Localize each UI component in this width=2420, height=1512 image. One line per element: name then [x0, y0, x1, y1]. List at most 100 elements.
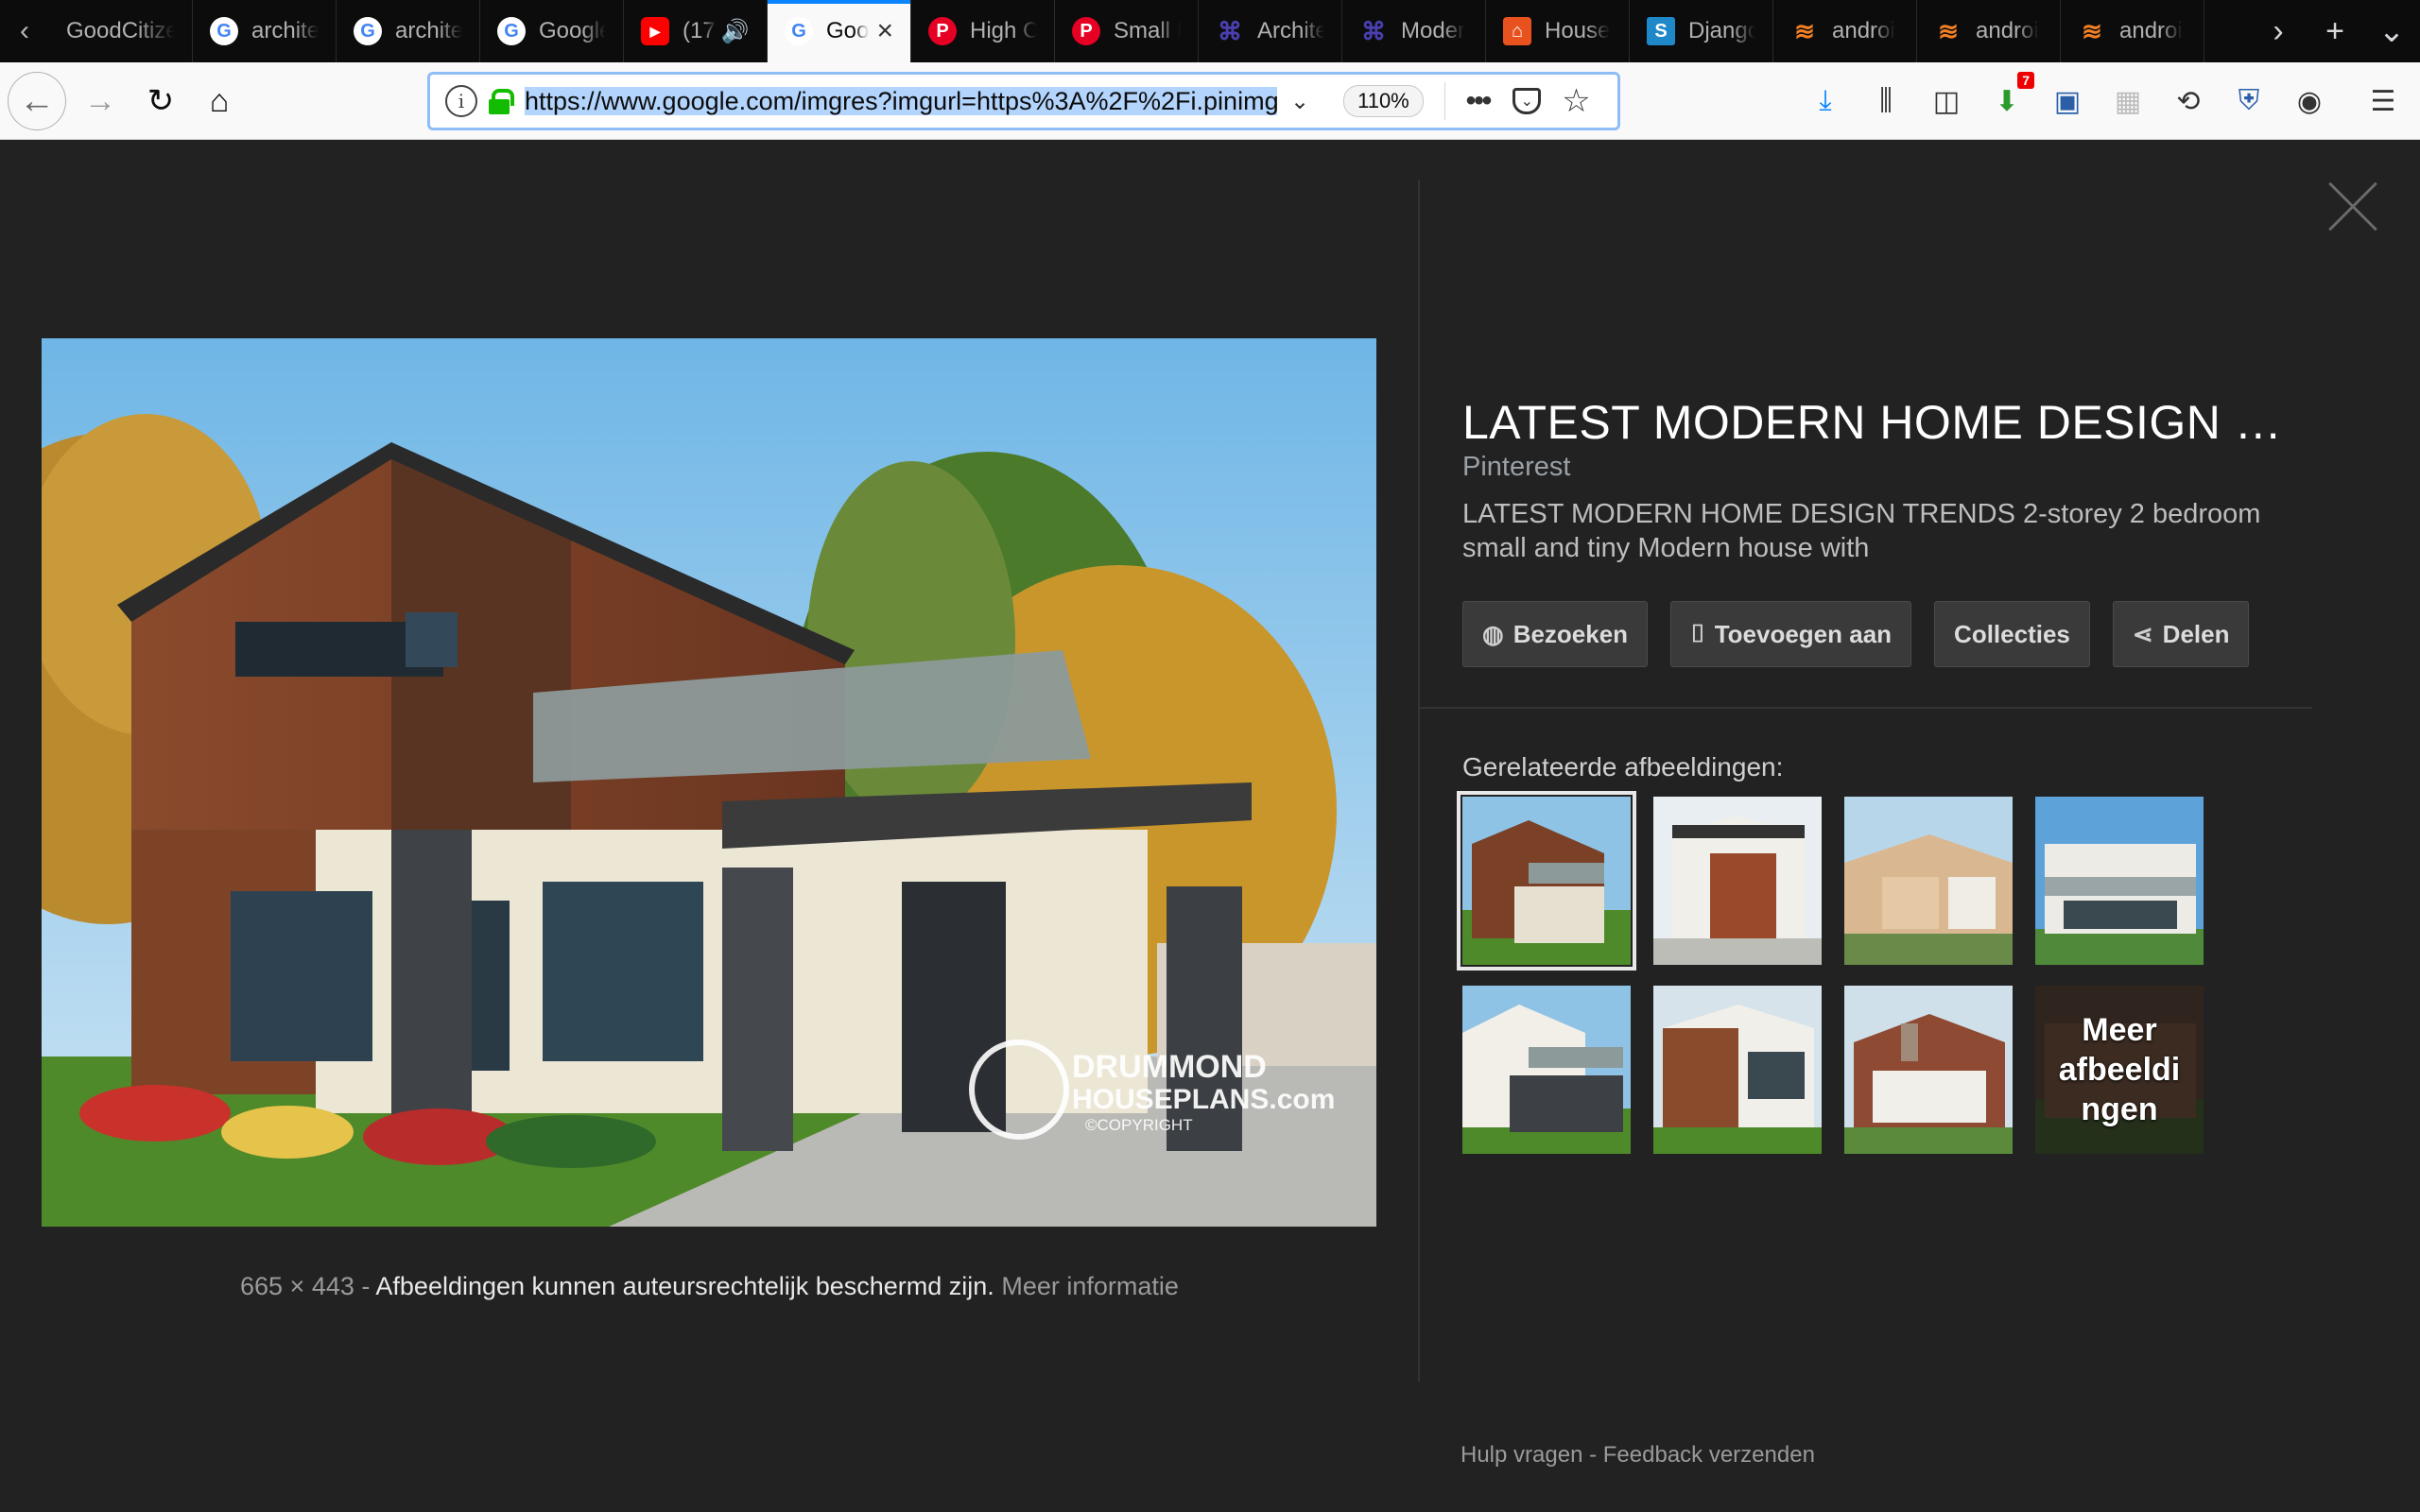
extension-grid-icon[interactable]: ▦ — [2108, 81, 2148, 121]
more-images-label: Meer afbeeldi ngen — [2058, 1012, 2181, 1127]
library-icon[interactable]: ⫼ — [1866, 81, 1906, 121]
speaker-icon[interactable]: 🔊 — [721, 18, 750, 45]
tab-google-architecture-1[interactable]: G architec — [193, 0, 337, 62]
tab-pinterest-1[interactable]: P High C — [911, 0, 1055, 62]
tab-architecture[interactable]: ⌘ Archite — [1199, 0, 1342, 62]
action-buttons: ◍ Bezoeken ⌷ Toevoegen aan Collecties ⋖ … — [1462, 601, 2250, 667]
house-image: DRUMMOND HOUSEPLANS.com ©COPYRIGHT — [42, 338, 1376, 1227]
main-image-preview[interactable]: DRUMMOND HOUSEPLANS.com ©COPYRIGHT — [42, 338, 1376, 1227]
tab-scroll-right-icon[interactable]: › — [2250, 0, 2307, 62]
related-image-thumbnail[interactable] — [2035, 797, 2204, 965]
url-bar[interactable]: i https://www.google.com/imgres?imgurl=h… — [427, 72, 1620, 130]
download-arrow-icon[interactable]: ⤓ — [1806, 81, 1845, 121]
tab-modern[interactable]: ⌘ Moder — [1342, 0, 1486, 62]
google-icon: G — [210, 17, 238, 45]
google-icon: G — [785, 17, 813, 45]
related-image-thumbnail[interactable] — [1844, 986, 2013, 1154]
feedback-link[interactable]: Feedback verzenden — [1603, 1442, 1815, 1468]
separator: - — [1589, 1442, 1598, 1468]
image-viewer: DRUMMOND HOUSEPLANS.com ©COPYRIGHT 665 ×… — [0, 140, 2420, 1512]
tab-label: Google — [539, 18, 606, 43]
extension-download-icon[interactable]: ⬇ 7 — [1987, 72, 2034, 121]
more-images-button[interactable]: Meer afbeeldi ngen — [2035, 986, 2204, 1154]
tab-google-images-active[interactable]: G Goo × — [768, 0, 911, 62]
stackoverflow-icon: ≋ — [1938, 16, 1959, 45]
related-image-thumbnail[interactable] — [1653, 986, 1822, 1154]
extension-toolbox-icon[interactable]: ▣ — [2048, 81, 2087, 121]
share-button[interactable]: ⋖ Delen — [2112, 601, 2250, 667]
related-image-thumbnail[interactable] — [1844, 797, 2013, 965]
related-image-thumbnail[interactable] — [1457, 791, 1636, 971]
django-icon: S — [1647, 17, 1675, 45]
close-tab-icon[interactable]: × — [876, 15, 893, 47]
tab-label: Goo — [826, 18, 870, 43]
footer-links: Hulp vragen - Feedback verzenden — [1461, 1442, 1815, 1469]
help-link[interactable]: Hulp vragen — [1461, 1442, 1582, 1468]
lock-icon[interactable] — [489, 89, 514, 114]
tab-goodcitizen[interactable]: GoodCitizen — [49, 0, 193, 62]
bookmark-star-icon[interactable]: ☆ — [1562, 82, 1590, 120]
shield-icon[interactable]: ⛨ — [2229, 81, 2269, 121]
tab-label: (17 — [683, 18, 716, 43]
navigation-toolbar: ← → ↻ ⌂ i https://www.google.com/imgres?… — [0, 62, 2420, 140]
chevron-down-icon[interactable]: ⌄ — [1290, 88, 1309, 115]
tab-google[interactable]: G Google — [480, 0, 624, 62]
tab-label: Archite — [1257, 18, 1324, 43]
tab-stackoverflow-1[interactable]: ≋ androi — [1773, 0, 1917, 62]
sidebar-icon[interactable]: ◫ — [1927, 81, 1966, 121]
related-image-thumbnail[interactable] — [1462, 986, 1631, 1154]
tab-strip: ‹ GoodCitizen G architec G architec G Go… — [0, 0, 2420, 62]
tab-stackoverflow-2[interactable]: ≋ androi — [1917, 0, 2061, 62]
add-to-label: Toevoegen aan — [1714, 619, 1893, 648]
tab-google-architecture-2[interactable]: G architec — [337, 0, 480, 62]
add-to-button[interactable]: ⌷ Toevoegen aan — [1670, 601, 1912, 667]
back-arrow-icon[interactable]: ← — [8, 72, 66, 130]
account-icon[interactable]: ◉ — [2290, 81, 2329, 121]
tab-house[interactable]: ⌂ House — [1486, 0, 1630, 62]
collections-button[interactable]: Collecties — [1934, 601, 2090, 667]
tab-label: High C — [970, 18, 1037, 43]
info-icon[interactable]: i — [445, 85, 477, 117]
zoom-level-badge[interactable]: 110% — [1343, 85, 1424, 117]
panel-divider — [1418, 180, 1420, 1382]
pocket-icon[interactable]: ⌄ — [1512, 88, 1542, 114]
image-source: Pinterest — [1462, 452, 1571, 482]
extension-sync-icon[interactable]: ⟲ — [2169, 81, 2208, 121]
new-tab-icon[interactable]: + — [2307, 0, 2363, 62]
more-actions-icon[interactable]: ••• — [1466, 85, 1492, 117]
globe-icon: ◍ — [1482, 619, 1504, 648]
reload-icon[interactable]: ↻ — [138, 78, 183, 124]
pinterest-icon: P — [1072, 17, 1100, 45]
youtube-icon: ▶ — [641, 17, 669, 45]
url-input[interactable]: https://www.google.com/imgres?imgurl=htt… — [525, 83, 1277, 119]
tab-label: androi — [1832, 18, 1895, 43]
watermark-line-2: HOUSEPLANS.com — [1072, 1084, 1335, 1115]
tab-label: House — [1545, 18, 1611, 43]
tab-list: GoodCitizen G architec G architec G Goog… — [49, 0, 2250, 62]
image-info-line: 665 × 443 - Afbeeldingen kunnen auteursr… — [240, 1272, 1179, 1301]
home-icon[interactable]: ⌂ — [197, 78, 242, 124]
visit-button[interactable]: ◍ Bezoeken — [1462, 601, 1649, 667]
tab-list-chevron-icon[interactable]: ⌄ — [2363, 0, 2420, 62]
tab-label: GoodCitizen — [66, 18, 175, 43]
more-info-link[interactable]: Meer informatie — [1001, 1272, 1179, 1300]
tab-label: Small I — [1114, 18, 1181, 43]
hamburger-menu-icon[interactable]: ☰ — [2363, 81, 2403, 121]
tab-stackoverflow-3[interactable]: ≋ androi — [2061, 0, 2204, 62]
stackoverflow-icon: ≋ — [1794, 16, 1815, 45]
tab-pinterest-2[interactable]: P Small I — [1055, 0, 1199, 62]
image-title[interactable]: LATEST MODERN HOME DESIGN … — [1462, 395, 2282, 450]
forward-arrow-icon[interactable]: → — [78, 78, 123, 124]
close-icon[interactable] — [2329, 183, 2377, 231]
stackoverflow-icon: ≋ — [2082, 16, 2102, 45]
tab-scroll-left-icon[interactable]: ‹ — [0, 0, 49, 62]
watermark-line-3: ©COPYRIGHT — [1085, 1116, 1193, 1134]
architecture-icon: ⌘ — [1361, 16, 1386, 45]
tab-django[interactable]: S Django — [1630, 0, 1773, 62]
copyright-notice: Afbeeldingen kunnen auteursrechtelijk be… — [375, 1272, 994, 1300]
tab-label: Moder — [1401, 18, 1466, 43]
architecture-icon: ⌘ — [1218, 16, 1242, 45]
separator: - — [361, 1272, 371, 1300]
related-image-thumbnail[interactable] — [1653, 797, 1822, 965]
tab-youtube[interactable]: ▶ (17 🔊 — [624, 0, 768, 62]
